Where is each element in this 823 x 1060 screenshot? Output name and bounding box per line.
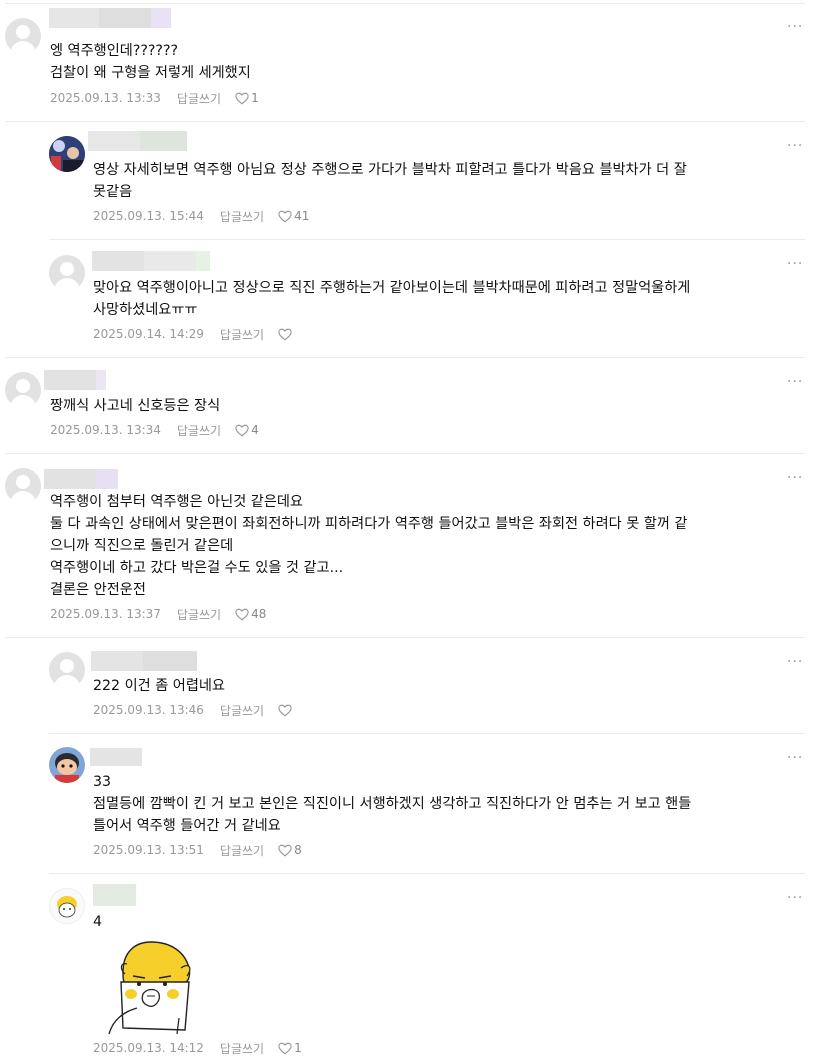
nickname-redacted[interactable]	[91, 651, 197, 671]
divider	[5, 453, 805, 454]
heart-icon[interactable]	[235, 424, 249, 437]
comment-text: 222 이건 좀 어렵네요	[93, 678, 225, 694]
divider	[5, 637, 805, 638]
reply-button[interactable]: 답글쓰기	[220, 208, 264, 225]
reply-button[interactable]: 답글쓰기	[220, 702, 264, 719]
reply-button[interactable]: 답글쓰기	[220, 842, 264, 859]
comment-meta: 2025.09.13. 13:51 답글쓰기 8	[93, 842, 302, 858]
heart-icon[interactable]	[278, 328, 292, 341]
comment-meta: 2025.09.14. 14:29 답글쓰기	[93, 326, 294, 342]
avatar[interactable]	[5, 372, 41, 408]
comment-text: 맞아요 역주행이아니고 정상으로 직진 주행하는거 같아보이는데 블박차때문에 …	[93, 280, 691, 318]
divider	[49, 733, 805, 734]
divider	[5, 3, 805, 4]
avatar[interactable]	[49, 888, 85, 924]
heart-icon[interactable]	[278, 704, 292, 717]
comment-meta: 2025.09.13. 15:44 답글쓰기 41	[93, 208, 309, 224]
comment-date: 2025.09.13. 15:44	[93, 209, 204, 223]
avatar[interactable]	[5, 468, 41, 504]
comment-meta: 2025.09.13. 13:37 답글쓰기 48	[50, 606, 266, 622]
comment-date: 2025.09.13. 14:12	[93, 1041, 204, 1055]
avatar[interactable]	[5, 18, 41, 54]
heart-icon[interactable]	[278, 210, 292, 223]
comment-meta: 2025.09.13. 13:33 답글쓰기 1	[50, 90, 259, 106]
nickname-redacted[interactable]	[44, 469, 118, 489]
comment-text: 33 점멸등에 깜빡이 킨 거 보고 본인은 직진이니 서행하겠지 생각하고 직진…	[93, 774, 692, 834]
comment-date: 2025.09.13. 13:46	[93, 703, 204, 717]
more-options-icon[interactable]: ···	[787, 257, 803, 271]
divider	[5, 357, 805, 358]
heart-icon[interactable]	[235, 608, 249, 621]
comment-date: 2025.09.13. 13:37	[50, 607, 161, 621]
sticker-image	[108, 941, 191, 1035]
heart-icon[interactable]	[278, 1042, 292, 1055]
reply-button[interactable]: 답글쓰기	[220, 1040, 264, 1057]
avatar[interactable]	[49, 747, 85, 783]
avatar[interactable]	[49, 136, 85, 172]
comment-text: 엥 역주행인데?????? 검찰이 왜 구형을 저렇게 세게했지	[50, 43, 251, 81]
comment-meta: 2025.09.13. 14:12 답글쓰기 1	[93, 1040, 302, 1056]
like-count: 1	[251, 91, 259, 105]
more-options-icon[interactable]: ···	[787, 891, 803, 905]
comment-date: 2025.09.14. 14:29	[93, 327, 204, 341]
reply-button[interactable]: 답글쓰기	[177, 606, 221, 623]
avatar[interactable]	[49, 255, 85, 291]
more-options-icon[interactable]: ···	[787, 471, 803, 485]
more-options-icon[interactable]: ···	[787, 20, 803, 34]
like-count: 48	[251, 607, 267, 621]
comment-text: 짱깨식 사고네 신호등은 장식	[50, 398, 221, 414]
more-options-icon[interactable]: ···	[787, 655, 803, 669]
more-options-icon[interactable]: ···	[787, 139, 803, 153]
heart-icon[interactable]	[235, 92, 249, 105]
more-options-icon[interactable]: ···	[787, 375, 803, 389]
nickname-redacted[interactable]	[44, 370, 106, 390]
comment-meta: 2025.09.13. 13:46 답글쓰기	[93, 702, 294, 718]
like-count: 8	[294, 843, 302, 857]
reply-button[interactable]: 답글쓰기	[220, 326, 264, 343]
reply-button[interactable]: 답글쓰기	[177, 422, 221, 439]
nickname-redacted[interactable]	[93, 884, 136, 906]
like-count: 41	[294, 209, 310, 223]
comment-date: 2025.09.13. 13:33	[50, 91, 161, 105]
avatar[interactable]	[49, 652, 85, 688]
heart-icon[interactable]	[278, 844, 292, 857]
comment-date: 2025.09.13. 13:51	[93, 843, 204, 857]
more-options-icon[interactable]: ···	[787, 751, 803, 765]
nickname-redacted[interactable]	[88, 131, 187, 151]
divider	[49, 239, 805, 240]
reply-button[interactable]: 답글쓰기	[177, 90, 221, 107]
comment-date: 2025.09.13. 13:34	[50, 423, 161, 437]
divider	[5, 121, 805, 122]
comment-text: 역주행이 첨부터 역주행은 아닌것 같은데요 둘 다 과속인 상태에서 맞은편이 …	[50, 494, 688, 598]
like-count: 4	[251, 423, 259, 437]
like-count: 1	[294, 1041, 302, 1055]
comment-text: 영상 자세히보면 역주행 아님요 정상 주행으로 가다가 블박차 피할려고 틀다…	[93, 162, 687, 200]
nickname-redacted[interactable]	[92, 251, 210, 271]
comment-text: 4	[93, 914, 103, 930]
nickname-redacted[interactable]	[49, 8, 171, 28]
comment-meta: 2025.09.13. 13:34 답글쓰기 4	[50, 422, 259, 438]
divider	[49, 873, 805, 874]
nickname-redacted[interactable]	[90, 748, 142, 766]
